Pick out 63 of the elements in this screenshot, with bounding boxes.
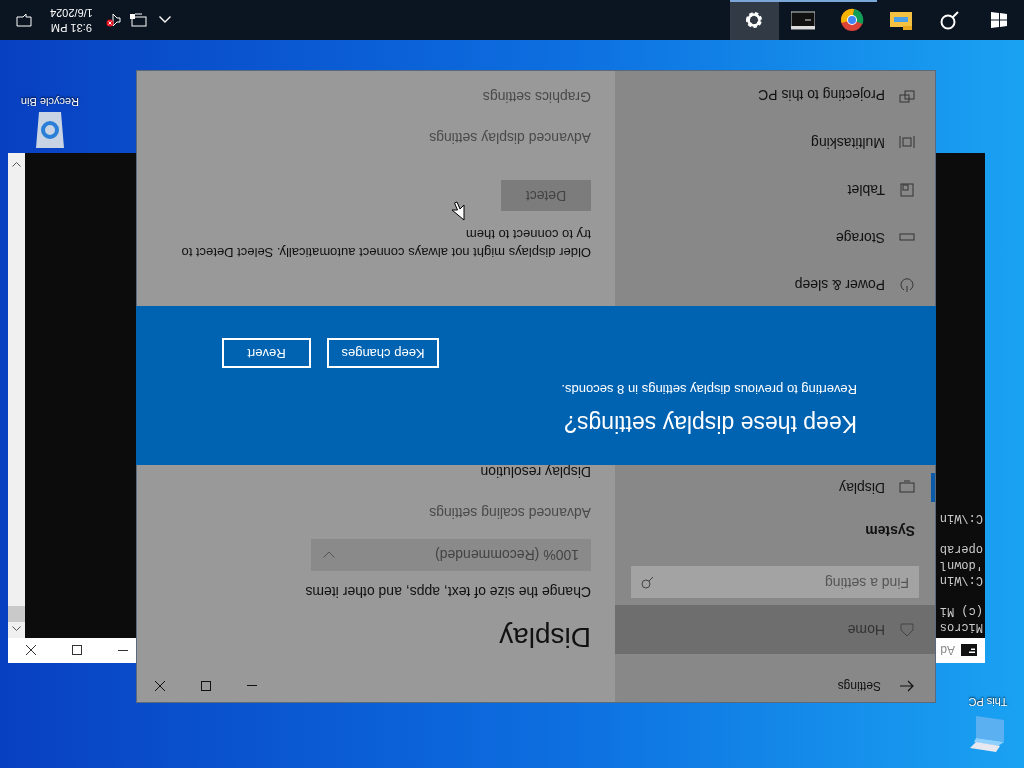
settings-link[interactable]: Graphics settings bbox=[161, 86, 591, 107]
clock[interactable]: 9:31 PM 1/6/2024 bbox=[42, 5, 101, 35]
home-icon bbox=[899, 621, 915, 638]
search-icon bbox=[940, 10, 961, 30]
close-icon bbox=[26, 645, 36, 656]
search-field[interactable]: Find a setting bbox=[631, 566, 919, 598]
console-line: (c) Mi bbox=[939, 603, 983, 619]
clock-date: 1/6/2024 bbox=[50, 6, 93, 20]
window-title: Settings bbox=[837, 678, 881, 696]
console-line: Micros bbox=[939, 619, 983, 634]
scrollbar[interactable] bbox=[8, 153, 25, 638]
console-icon bbox=[961, 644, 977, 657]
desktop-icon-label[interactable]: Recycle Bin bbox=[20, 93, 80, 110]
maximize-icon bbox=[201, 681, 211, 691]
scroll-down-icon[interactable] bbox=[12, 161, 21, 167]
setting-label: Change the size of text, apps, and other items bbox=[304, 583, 591, 602]
chrome-icon bbox=[840, 8, 865, 32]
back-arrow-icon bbox=[900, 680, 914, 693]
settings-link[interactable]: Advanced scaling settings bbox=[161, 502, 591, 523]
console-line: operab bbox=[939, 541, 983, 557]
revert-button[interactable]: Revert bbox=[222, 338, 311, 368]
minimize-icon bbox=[247, 685, 257, 687]
scroll-thumb[interactable] bbox=[8, 606, 25, 622]
settings-link[interactable]: Advanced display settings bbox=[161, 127, 591, 148]
monitor-icon bbox=[899, 479, 915, 496]
taskbar-app-button[interactable] bbox=[730, 0, 779, 40]
sidebar-item[interactable]: Tablet bbox=[615, 165, 935, 214]
tablet-icon bbox=[899, 181, 915, 198]
sidebar-item[interactable]: Storage bbox=[615, 213, 935, 261]
power-icon bbox=[899, 276, 915, 293]
keep-changes-button[interactable]: Keep changes bbox=[327, 338, 439, 368]
placeholder-text: Find a setting bbox=[824, 573, 909, 593]
network-icon[interactable] bbox=[128, 13, 147, 27]
windows-logo-icon bbox=[991, 12, 1008, 28]
minimize-icon bbox=[118, 650, 128, 651]
dialog-title: Keep these display settings? bbox=[563, 410, 857, 439]
terminal-icon bbox=[791, 8, 816, 32]
sidebar-item[interactable]: Multitasking bbox=[615, 118, 935, 166]
sidebar-item[interactable]: Power & sleep bbox=[615, 260, 935, 309]
sidebar-item[interactable]: Projecting to this PC bbox=[615, 71, 935, 119]
multitasking-icon bbox=[899, 134, 915, 151]
window-title: Ad bbox=[940, 642, 955, 660]
description-text: Older displays might not always connect automatically. Select Detect to try to connect to them bbox=[180, 226, 591, 261]
console-line: C:\Win bbox=[939, 510, 983, 526]
dropdown-value: 100% (Recommended) bbox=[435, 546, 579, 566]
clock-time: 9:31 PM bbox=[50, 21, 92, 35]
chevron-down-icon bbox=[323, 551, 335, 559]
category-heading: System bbox=[864, 522, 916, 542]
search-icon bbox=[641, 575, 654, 589]
desktop-icon-label[interactable]: This PC bbox=[968, 693, 1008, 710]
dialog-message: Reverting to previous display settings in 8 seconds. bbox=[560, 381, 857, 400]
chevron-up-icon[interactable] bbox=[158, 16, 171, 24]
pointer-cursor-icon bbox=[451, 201, 465, 221]
notification-icon[interactable] bbox=[16, 13, 32, 27]
scale-dropdown[interactable]: 100% (Recommended) bbox=[311, 539, 591, 571]
close-icon bbox=[155, 681, 165, 691]
scroll-up-icon[interactable] bbox=[12, 626, 21, 632]
page-heading: Display bbox=[498, 621, 591, 655]
console-line: 'downl bbox=[939, 557, 983, 572]
maximize-icon bbox=[72, 645, 82, 656]
setting-label: Display resolution bbox=[479, 463, 591, 482]
console-line: C:\Win bbox=[939, 572, 983, 588]
volume-icon[interactable] bbox=[104, 13, 121, 27]
